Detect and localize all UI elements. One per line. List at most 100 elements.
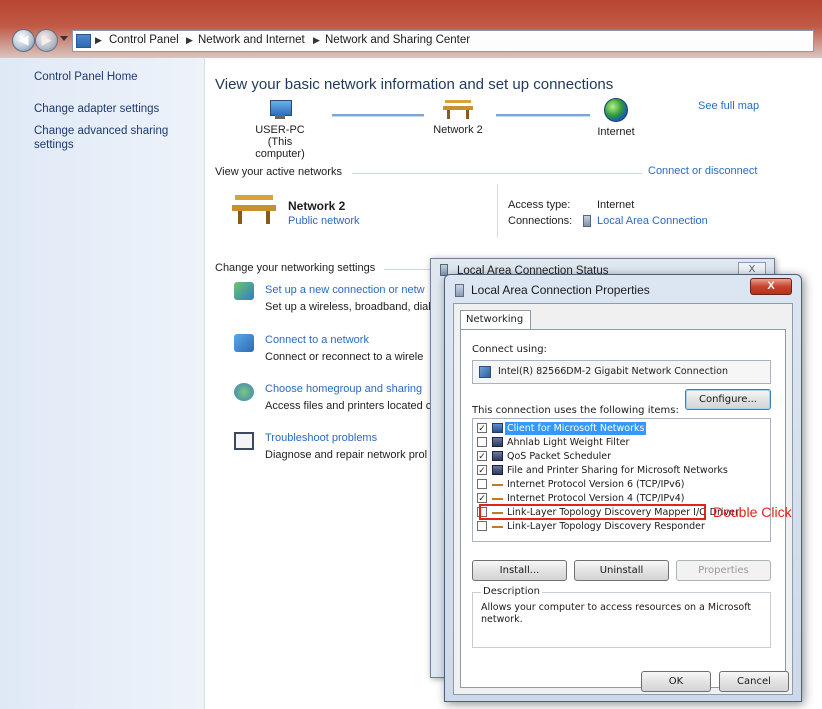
component-item[interactable]: ✓ Client for Microsoft Networks [476, 422, 766, 435]
homegroup-icon [234, 383, 254, 401]
breadcrumb-sharing-center[interactable]: Network and Sharing Center [325, 34, 470, 46]
active-network-name: Network 2 [288, 199, 346, 213]
network-center-icon [76, 34, 91, 48]
install-button[interactable]: Install... [472, 560, 567, 581]
uninstall-button[interactable]: Uninstall [574, 560, 669, 581]
service-icon [492, 451, 503, 461]
annotation-label: Double Click [713, 504, 792, 520]
back-button[interactable]: ◀ [12, 29, 35, 52]
configure-button[interactable]: Configure... [685, 389, 771, 410]
component-checkbox[interactable] [477, 521, 487, 531]
recent-pages-chevron-icon[interactable] [60, 36, 68, 41]
public-network-bench-icon [443, 100, 473, 120]
items-label: This connection uses the following items… [472, 405, 679, 416]
map-connection-line [332, 114, 424, 117]
connect-or-disconnect-link[interactable]: Connect or disconnect [648, 165, 757, 177]
component-item[interactable]: ✓ QoS Packet Scheduler [476, 450, 766, 463]
connections-label: Connections: [508, 215, 573, 227]
component-label: Internet Protocol Version 6 (TCP/IPv6) [507, 479, 685, 490]
properties-dialog: Local Area Connection Properties X Netwo… [444, 274, 802, 702]
network-adapter-icon [479, 366, 491, 378]
task-troubleshoot-desc: Diagnose and repair network prol [265, 449, 428, 461]
breadcrumb-arrow-icon[interactable]: ▶ [313, 35, 320, 46]
service-icon [492, 465, 503, 475]
globe-icon [604, 98, 628, 122]
protocol-icon [492, 484, 503, 486]
left-navigation-pane: Control Panel Home Change adapter settin… [0, 58, 205, 709]
client-icon [492, 423, 503, 433]
active-networks-heading: View your active networks [215, 166, 342, 178]
see-full-map-link[interactable]: See full map [698, 100, 759, 112]
new-connection-icon [234, 282, 254, 300]
task-homegroup-link[interactable]: Choose homegroup and sharing [265, 383, 422, 395]
component-checkbox[interactable] [477, 437, 487, 447]
cancel-button[interactable]: Cancel [719, 671, 789, 692]
component-checkbox[interactable]: ✓ [477, 451, 487, 461]
connect-network-icon [234, 334, 254, 352]
access-type-value: Internet [597, 199, 635, 211]
address-row: ◀ ▶ ▶ Control Panel ▶ Network and Intern… [6, 28, 818, 54]
component-label: Ahnlab Light Weight Filter [507, 437, 630, 448]
component-checkbox[interactable]: ✓ [477, 493, 487, 503]
connect-using-label: Connect using: [472, 344, 547, 355]
computer-icon [267, 100, 293, 120]
local-area-connection-link[interactable]: Local Area Connection [597, 215, 708, 227]
change-settings-heading: Change your networking settings [215, 262, 376, 274]
component-checkbox[interactable]: ✓ [477, 423, 487, 433]
description-label: Description [481, 586, 542, 597]
component-label: File and Printer Sharing for Microsoft N… [507, 465, 728, 476]
map-connection-line [496, 114, 590, 117]
component-checkbox[interactable] [477, 479, 487, 489]
components-list[interactable]: ✓ Client for Microsoft Networks Ahnlab Lig… [472, 418, 771, 542]
ok-button[interactable]: OK [641, 671, 711, 692]
protocol-icon [492, 526, 503, 528]
task-connect-network-link[interactable]: Connect to a network [265, 334, 369, 346]
ethernet-icon [455, 284, 464, 297]
public-network-bench-icon [232, 195, 276, 225]
map-node-internet: Internet [586, 98, 646, 138]
task-setup-connection-desc: Set up a wireless, broadband, dial [265, 301, 431, 313]
description-text: Allows your computer to access resources… [481, 602, 752, 625]
network-type-link[interactable]: Public network [288, 215, 360, 227]
forward-button[interactable]: ▶ [35, 29, 58, 52]
highlight-box [479, 504, 706, 520]
component-item[interactable]: ✓ File and Printer Sharing for Microsoft … [476, 464, 766, 477]
description-group: Description Allows your computer to acce… [472, 586, 771, 648]
service-icon [492, 437, 503, 447]
divider [497, 184, 498, 238]
window-titlebar: ◀ ▶ ▶ Control Panel ▶ Network and Intern… [0, 0, 822, 58]
map-node-name: Internet [597, 126, 635, 138]
breadcrumb-control-panel[interactable]: Control Panel [109, 34, 179, 46]
breadcrumb-network-internet[interactable]: Network and Internet [198, 34, 305, 46]
component-checkbox[interactable]: ✓ [477, 465, 487, 475]
map-node-this-computer: USER-PC (This computer) [244, 100, 316, 160]
task-setup-connection-link[interactable]: Set up a new connection or netw [265, 284, 425, 296]
breadcrumb-arrow-icon[interactable]: ▶ [186, 35, 193, 46]
page-title: View your basic network information and … [215, 76, 614, 93]
access-type-label: Access type: [508, 199, 571, 211]
adapter-name: Intel(R) 82566DM-2 Gigabit Network Conne… [498, 366, 728, 377]
dialog-title: Local Area Connection Properties [471, 283, 650, 297]
task-troubleshoot-link[interactable]: Troubleshoot problems [265, 432, 377, 444]
component-label: Client for Microsoft Networks [505, 422, 647, 435]
change-adapter-settings-link[interactable]: Change adapter settings [34, 102, 159, 116]
component-item[interactable]: Ahnlab Light Weight Filter [476, 436, 766, 449]
component-item[interactable]: Internet Protocol Version 6 (TCP/IPv6) [476, 478, 766, 491]
address-bar[interactable]: ▶ Control Panel ▶ Network and Internet ▶… [72, 30, 814, 52]
breadcrumb-arrow-icon[interactable]: ▶ [95, 35, 102, 46]
control-panel-home-link[interactable]: Control Panel Home [34, 70, 138, 84]
map-node-sub: (This computer) [255, 136, 305, 160]
properties-button[interactable]: Properties [676, 560, 771, 581]
map-node-network: Network 2 [420, 100, 496, 136]
task-homegroup-desc: Access files and printers located c [265, 400, 432, 412]
change-advanced-sharing-link[interactable]: Change advanced sharing settings [34, 124, 184, 152]
protocol-icon [492, 498, 503, 500]
task-connect-network-desc: Connect or reconnect to a wirele [265, 351, 424, 363]
ethernet-icon [583, 215, 591, 227]
adapter-field: Intel(R) 82566DM-2 Gigabit Network Conne… [472, 360, 771, 384]
dialog-close-button[interactable]: X [750, 278, 792, 295]
component-label: QoS Packet Scheduler [507, 451, 611, 462]
tab-networking[interactable]: Networking [460, 310, 531, 330]
component-item[interactable]: Link-Layer Topology Discovery Responder [476, 520, 766, 533]
dialog-body: Networking Connect using: Intel(R) 82566… [453, 303, 793, 695]
